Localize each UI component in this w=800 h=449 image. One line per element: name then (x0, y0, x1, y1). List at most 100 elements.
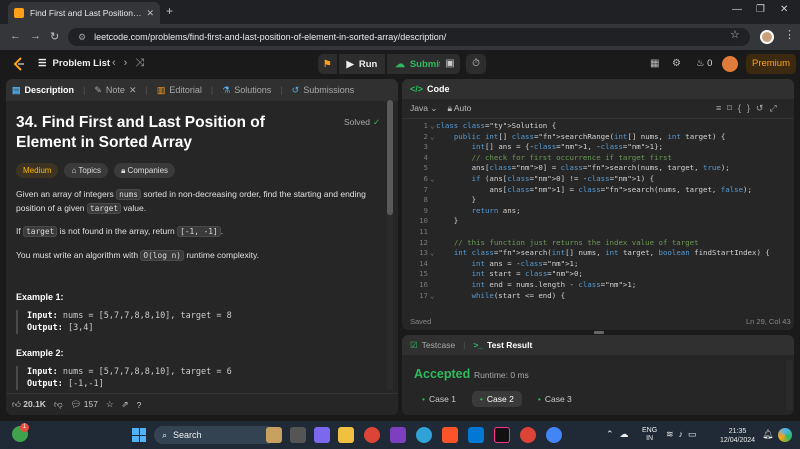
fold-chevron-icon[interactable]: ⌄ (430, 121, 434, 132)
code-line[interactable]: 1 ⌄ class class="ty">Solution { (402, 121, 794, 132)
fold-chevron-icon[interactable]: ⌄ (430, 174, 434, 185)
result-scrollbar[interactable] (786, 360, 792, 410)
case-3-tab[interactable]: • Case 3 (530, 391, 580, 407)
language-select[interactable]: Java ⌄ (410, 103, 437, 114)
site-settings-icon[interactable]: ⚙ (78, 32, 86, 43)
language-indicator[interactable]: ENG IN (642, 427, 657, 443)
notes-button[interactable]: ▣ (440, 54, 460, 74)
share-button[interactable]: ⇗ (122, 399, 129, 410)
code-line[interactable]: 8 } (402, 195, 794, 206)
new-tab-icon[interactable]: + (166, 4, 173, 18)
notifications-bell-icon[interactable]: 🔔︎ (762, 429, 773, 440)
chrome-active-icon[interactable] (546, 427, 562, 443)
tab-description[interactable]: ▤ Description (12, 85, 74, 96)
run-button[interactable]: ▶ Run (338, 54, 386, 74)
system-tray[interactable]: ≋♪▭ (666, 429, 702, 440)
topics-tag[interactable]: ⌂ Topics (64, 163, 109, 178)
leetcode-logo-icon[interactable] (12, 57, 26, 71)
difficulty-badge[interactable]: Medium (16, 163, 59, 178)
onenote-icon[interactable] (390, 427, 406, 443)
problem-list-button[interactable]: ☰ Problem List (38, 58, 110, 69)
bookmark-star-icon[interactable]: ☆ (730, 28, 740, 41)
taskbar-search[interactable]: ⌕ Search (154, 426, 276, 444)
code-line[interactable]: 13 ⌄ int class="fn">search(int[] nums, in… (402, 248, 794, 259)
like-button[interactable]: 👍︎ 20.1K (12, 399, 46, 410)
close-note-icon[interactable]: ✕ (129, 85, 137, 96)
code-line[interactable]: 16 int end = nums.length - class="nm">1; (402, 280, 794, 291)
tab-note[interactable]: ✎ Note ✕ (94, 85, 136, 96)
edge-icon[interactable] (416, 427, 432, 443)
code-line[interactable]: 10 } (402, 216, 794, 227)
code-line[interactable]: 15 int start = class="nm">0; (402, 269, 794, 280)
browser-tab[interactable]: Find First and Last Position of E ✕ (8, 2, 160, 24)
vscode-icon[interactable] (468, 427, 484, 443)
panel-resize-handle[interactable] (594, 331, 604, 334)
companies-tag[interactable]: 🔒︎ Companies (114, 163, 176, 178)
code-line[interactable]: 6 ⌄ if (ans[class="nm">0] != -class="nm">… (402, 174, 794, 185)
description-scrollbar[interactable] (387, 100, 393, 390)
tab-editorial[interactable]: ▥ Editorial (157, 85, 202, 96)
settings-gear-icon[interactable]: ⚙ (672, 58, 681, 69)
layout-icon[interactable]: ▦ (650, 58, 659, 69)
braces-icon[interactable]: {} (738, 103, 756, 113)
code-editor[interactable]: 1 ⌄ class class="ty">Solution {2 ⌄ public i… (402, 121, 794, 307)
code-line[interactable]: 17 ⌄ while(start <= end) { (402, 291, 794, 302)
close-window-icon[interactable]: ✕ (780, 4, 788, 15)
intellij-icon[interactable] (494, 427, 510, 443)
prev-next-shuffle[interactable]: ‹›⤨ (112, 57, 152, 70)
profile-avatar[interactable] (760, 30, 774, 44)
tab-testcase[interactable]: ☑ Testcase (410, 340, 455, 351)
editor-actions[interactable]: ≡⌑{}↺⤢ (716, 103, 783, 114)
timer-button[interactable]: ⏱ (466, 54, 486, 74)
copilot-icon[interactable] (778, 428, 792, 442)
code-line[interactable]: 2 ⌄ public int[] class="fn">searchRange(i… (402, 132, 794, 143)
restore-icon[interactable]: ❐ (756, 4, 765, 15)
case-2-tab[interactable]: • Case 2 (471, 391, 522, 407)
start-windows-icon[interactable] (132, 428, 146, 442)
premium-button[interactable]: Premium (746, 54, 796, 74)
tab-submissions[interactable]: ↺ Submissions (292, 85, 355, 96)
expand-icon[interactable]: ⤢ (769, 103, 782, 113)
widgets-icon[interactable]: 1 (12, 423, 29, 442)
fold-chevron-icon[interactable]: ⌄ (430, 248, 434, 259)
chrome-profile-icon[interactable] (520, 427, 536, 443)
case-1-tab[interactable]: • Case 1 (414, 391, 464, 407)
fold-chevron-icon[interactable]: ⌄ (430, 291, 434, 302)
code-line[interactable]: 12 // this function just returns the ind… (402, 238, 794, 249)
dislike-button[interactable]: 👎︎ (54, 399, 63, 410)
brave-icon[interactable] (442, 427, 458, 443)
scrollbar-thumb[interactable] (387, 100, 393, 215)
browser-menu-icon[interactable]: ⋮ (784, 28, 795, 41)
tab-test-result[interactable]: >_ Test Result (473, 340, 532, 350)
tray-expand[interactable]: ⌃☁ (606, 429, 635, 440)
comments-button[interactable]: 💬︎ 157 (71, 399, 98, 410)
file-explorer-icon[interactable] (338, 427, 354, 443)
reload-icon[interactable]: ↻ (50, 30, 59, 43)
fold-chevron-icon[interactable]: ⌄ (430, 132, 434, 143)
code-line[interactable]: 5 ans[class="nm">0] = class="fn">search(… (402, 163, 794, 174)
code-line[interactable]: 3 int[] ans = {-class="nm">1, -class="nm… (402, 142, 794, 153)
favorite-button[interactable]: ☆ (106, 399, 114, 410)
url-field[interactable]: ⚙ leetcode.com/problems/find-first-and-l… (68, 28, 750, 46)
chrome-icon[interactable] (364, 427, 380, 443)
bookmark-icon[interactable]: ⌑ (727, 103, 738, 113)
close-tab-icon[interactable]: ✕ (146, 8, 154, 19)
system-clock[interactable]: 21:35 12/04/2024 (720, 427, 755, 445)
code-line[interactable]: 4 // check for first occurrence if targe… (402, 153, 794, 164)
minimize-icon[interactable]: — (732, 4, 742, 15)
autocomplete-toggle[interactable]: 🔒︎ Auto (447, 103, 471, 114)
code-line[interactable]: 11 (402, 227, 794, 238)
teams-icon[interactable] (314, 427, 330, 443)
task-view-icon[interactable] (290, 427, 306, 443)
reset-icon[interactable]: ↺ (756, 103, 770, 113)
code-line[interactable]: 9 return ans; (402, 206, 794, 217)
forward-icon[interactable]: → (30, 30, 41, 42)
help-button[interactable]: ? (137, 400, 142, 410)
back-icon[interactable]: ← (10, 30, 21, 42)
code-line[interactable]: 7 ans[class="nm">1] = class="fn">search(… (402, 185, 794, 196)
search-highlight-icon[interactable] (266, 427, 282, 443)
format-icon[interactable]: ≡ (716, 103, 727, 113)
tab-solutions[interactable]: ⚗ Solutions (222, 85, 271, 96)
debug-button[interactable]: ⚑ (318, 54, 337, 74)
code-line[interactable]: 14 int ans = -class="nm">1; (402, 259, 794, 270)
